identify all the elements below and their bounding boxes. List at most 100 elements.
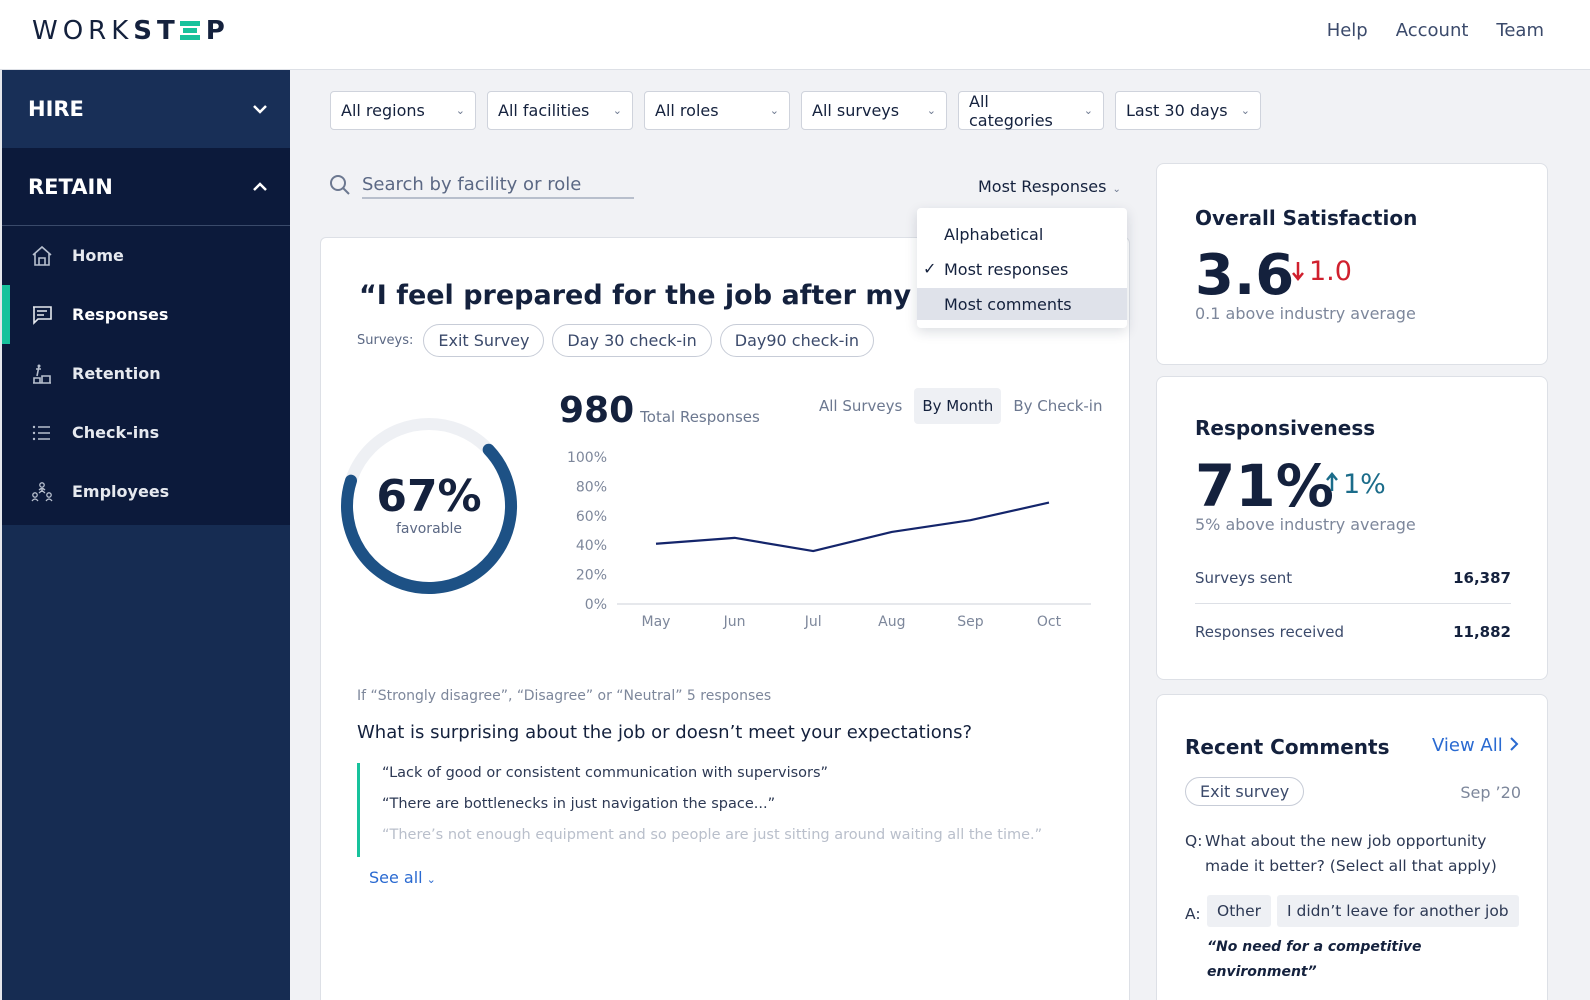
sidebar-item-label: Employees: [72, 482, 170, 501]
retention-icon: [30, 362, 54, 386]
sidebar-item-label: Home: [72, 246, 124, 265]
chevron-down-icon: [253, 105, 267, 114]
satisfaction-subtitle: 0.1 above industry average: [1195, 304, 1416, 323]
quote-item: “Lack of good or consistent communicatio…: [382, 765, 829, 781]
series-line: [655, 501, 1050, 553]
total-responses: 980 Total Responses: [559, 390, 760, 431]
sidebar: HIRE RETAIN Home Responses Retention Che…: [0, 70, 290, 1000]
team-link[interactable]: Team: [1496, 20, 1544, 41]
option-label: Most comments: [944, 294, 1072, 314]
question-prefix: Q:: [1185, 832, 1203, 850]
role-filter[interactable]: All roles ⌄: [644, 91, 790, 130]
x-tick-label: Sep: [957, 614, 984, 630]
comment-question: What about the new job opportunity made …: [1205, 832, 1497, 875]
sort-dropdown[interactable]: Most Responses ⌄: [978, 177, 1121, 196]
arrow-down-icon: [1292, 262, 1304, 281]
condition-text: If “Strongly disagree”, “Disagree” or “N…: [357, 688, 772, 704]
quote-item: “There’s not enough equipment and so peo…: [382, 827, 1043, 843]
chevron-down-icon: ⌄: [926, 104, 936, 117]
tab-by-month[interactable]: By Month: [914, 388, 1002, 424]
y-tick-label: 100%: [567, 450, 607, 466]
sort-option-most-responses[interactable]: ✓ Most responses: [917, 253, 1127, 285]
survey-tag[interactable]: Exit Survey: [423, 324, 545, 357]
sort-option-most-comments[interactable]: Most comments: [917, 288, 1127, 320]
answer-chip: I didn’t leave for another job: [1277, 895, 1519, 927]
x-tick-label: May: [642, 614, 671, 630]
logo-e-mark-icon: [179, 20, 202, 40]
sidebar-item-responses[interactable]: Responses: [2, 285, 290, 344]
logo-text-p: P: [205, 16, 230, 46]
date-range-filter[interactable]: Last 30 days ⌄: [1115, 91, 1261, 130]
y-tick-label: 40%: [576, 538, 607, 554]
answer-chips: Other I didn’t leave for another job: [1207, 895, 1519, 927]
option-label: Most responses: [944, 259, 1069, 279]
donut-label: 67% favorable: [339, 416, 519, 596]
account-link[interactable]: Account: [1396, 20, 1469, 41]
sidebar-section-retain[interactable]: RETAIN: [2, 148, 290, 226]
sidebar-item-employees[interactable]: Employees: [2, 462, 290, 521]
region-filter[interactable]: All regions ⌄: [330, 91, 476, 130]
question-card: “I feel prepared for the job after my fi…: [320, 237, 1130, 1000]
category-filter[interactable]: All categories ⌄: [958, 91, 1104, 130]
x-tick-label: Jul: [804, 614, 822, 630]
search-icon: [330, 175, 350, 195]
chevron-right-icon: [1509, 737, 1518, 751]
sidebar-item-check-ins[interactable]: Check-ins: [2, 403, 290, 462]
x-tick-label: Jun: [723, 614, 746, 630]
chevron-down-icon: ⌄: [1240, 104, 1250, 117]
filter-label: Last 30 days: [1126, 101, 1228, 120]
card-title: Recent Comments: [1185, 735, 1390, 759]
facility-filter[interactable]: All facilities ⌄: [487, 91, 633, 130]
answer-chip: Other: [1207, 895, 1272, 927]
total-responses-label: Total Responses: [640, 408, 760, 426]
responsiveness-delta: 1%: [1325, 469, 1386, 500]
filter-label: All facilities: [498, 101, 590, 120]
answer-prefix: A:: [1185, 905, 1201, 923]
sidebar-section-hire[interactable]: HIRE: [2, 70, 290, 148]
recent-comments-card: Recent Comments View All Exit survey Sep…: [1156, 694, 1548, 1000]
stat-row-responses-received: Responses received 11,882: [1195, 623, 1511, 641]
monthly-line-chart: 0% 20% 40% 60% 80% 100% May Jun Jul Aug Sep Oct: [567, 450, 1091, 630]
responsiveness-value: 71%: [1195, 452, 1334, 520]
chevron-down-icon: ⌄: [1112, 184, 1121, 195]
survey-tag[interactable]: Day 30 check-in: [552, 324, 712, 357]
survey-tag[interactable]: Day90 check-in: [719, 324, 874, 357]
tab-all-surveys[interactable]: All Surveys: [811, 388, 910, 424]
favorable-percent: 67%: [376, 471, 482, 522]
search-input[interactable]: [362, 171, 634, 199]
y-tick-label: 60%: [576, 509, 607, 525]
satisfaction-score: 3.6: [1195, 243, 1295, 308]
divider: [1195, 603, 1511, 604]
stat-value: 16,387: [1453, 569, 1511, 587]
survey-filter[interactable]: All surveys ⌄: [801, 91, 947, 130]
chevron-down-icon: ⌄: [426, 873, 436, 886]
sort-option-alphabetical[interactable]: Alphabetical: [917, 218, 1127, 250]
sidebar-item-home[interactable]: Home: [2, 226, 290, 285]
view-all-label: View All: [1432, 735, 1503, 756]
see-all-label: See all: [369, 868, 423, 887]
card-title: Responsiveness: [1195, 416, 1376, 440]
logo-text-st: ST: [133, 16, 180, 46]
stat-label: Surveys sent: [1195, 569, 1293, 587]
list-icon: [30, 421, 54, 445]
stat-value: 11,882: [1453, 623, 1511, 641]
help-link[interactable]: Help: [1327, 20, 1368, 41]
comment-text: “No need for a competitive environment”: [1207, 939, 1422, 980]
stat-label: Responses received: [1195, 623, 1344, 641]
quote-item: “There are bottlenecks in just navigatio…: [382, 796, 776, 812]
chevron-down-icon: ⌄: [455, 104, 465, 117]
tab-by-check-in[interactable]: By Check-in: [1005, 388, 1110, 424]
survey-tags: Surveys: Exit Survey Day 30 check-in Day…: [357, 324, 874, 357]
sidebar-item-label: Retention: [72, 364, 161, 383]
response-quotes: “Lack of good or consistent communicatio…: [357, 763, 1077, 857]
sidebar-item-retention[interactable]: Retention: [2, 344, 290, 403]
workstep-logo[interactable]: WORKST P: [32, 16, 230, 46]
view-all-link[interactable]: View All: [1432, 735, 1519, 756]
comment-survey-tag[interactable]: Exit survey: [1185, 777, 1305, 806]
delta-value: 1.0: [1309, 256, 1352, 287]
filter-label: All regions: [341, 101, 425, 120]
see-all-link[interactable]: See all ⌄: [369, 868, 436, 887]
section-label: HIRE: [28, 97, 84, 121]
stat-row-surveys-sent: Surveys sent 16,387: [1195, 569, 1511, 587]
delta-value: 1%: [1343, 469, 1386, 500]
